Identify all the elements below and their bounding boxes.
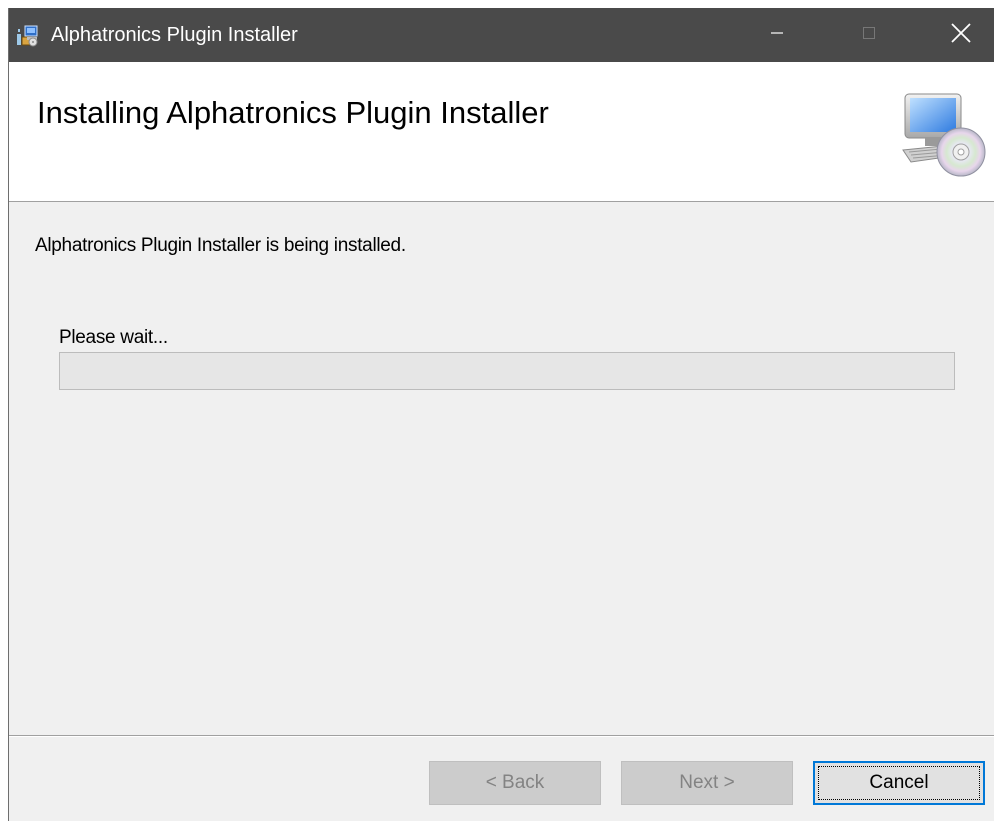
close-button[interactable] <box>930 8 992 62</box>
page-title: Installing Alphatronics Plugin Installer <box>37 95 549 130</box>
maximize-icon <box>861 25 877 46</box>
progress-bar <box>59 352 955 390</box>
minimize-icon <box>769 25 785 46</box>
next-button-label: Next > <box>679 772 735 793</box>
computer-disc-icon <box>899 92 989 182</box>
close-icon <box>950 22 972 49</box>
maximize-button[interactable] <box>838 8 900 62</box>
header-banner: Installing Alphatronics Plugin Installer <box>9 62 994 202</box>
cancel-button[interactable]: Cancel <box>813 761 985 805</box>
status-text: Alphatronics Plugin Installer is being i… <box>35 235 406 256</box>
window-title: Alphatronics Plugin Installer <box>51 24 298 46</box>
installer-window: Alphatronics Plugin Installer Installing… <box>8 8 994 821</box>
title-bar[interactable]: Alphatronics Plugin Installer <box>9 8 994 62</box>
next-button[interactable]: Next > <box>621 761 793 805</box>
back-button[interactable]: < Back <box>429 761 601 805</box>
footer-divider <box>9 735 994 737</box>
cancel-button-label: Cancel <box>869 772 929 793</box>
minimize-button[interactable] <box>746 8 808 62</box>
installer-package-icon <box>17 25 39 47</box>
back-button-label: < Back <box>485 772 545 793</box>
progress-label: Please wait... <box>59 327 168 348</box>
